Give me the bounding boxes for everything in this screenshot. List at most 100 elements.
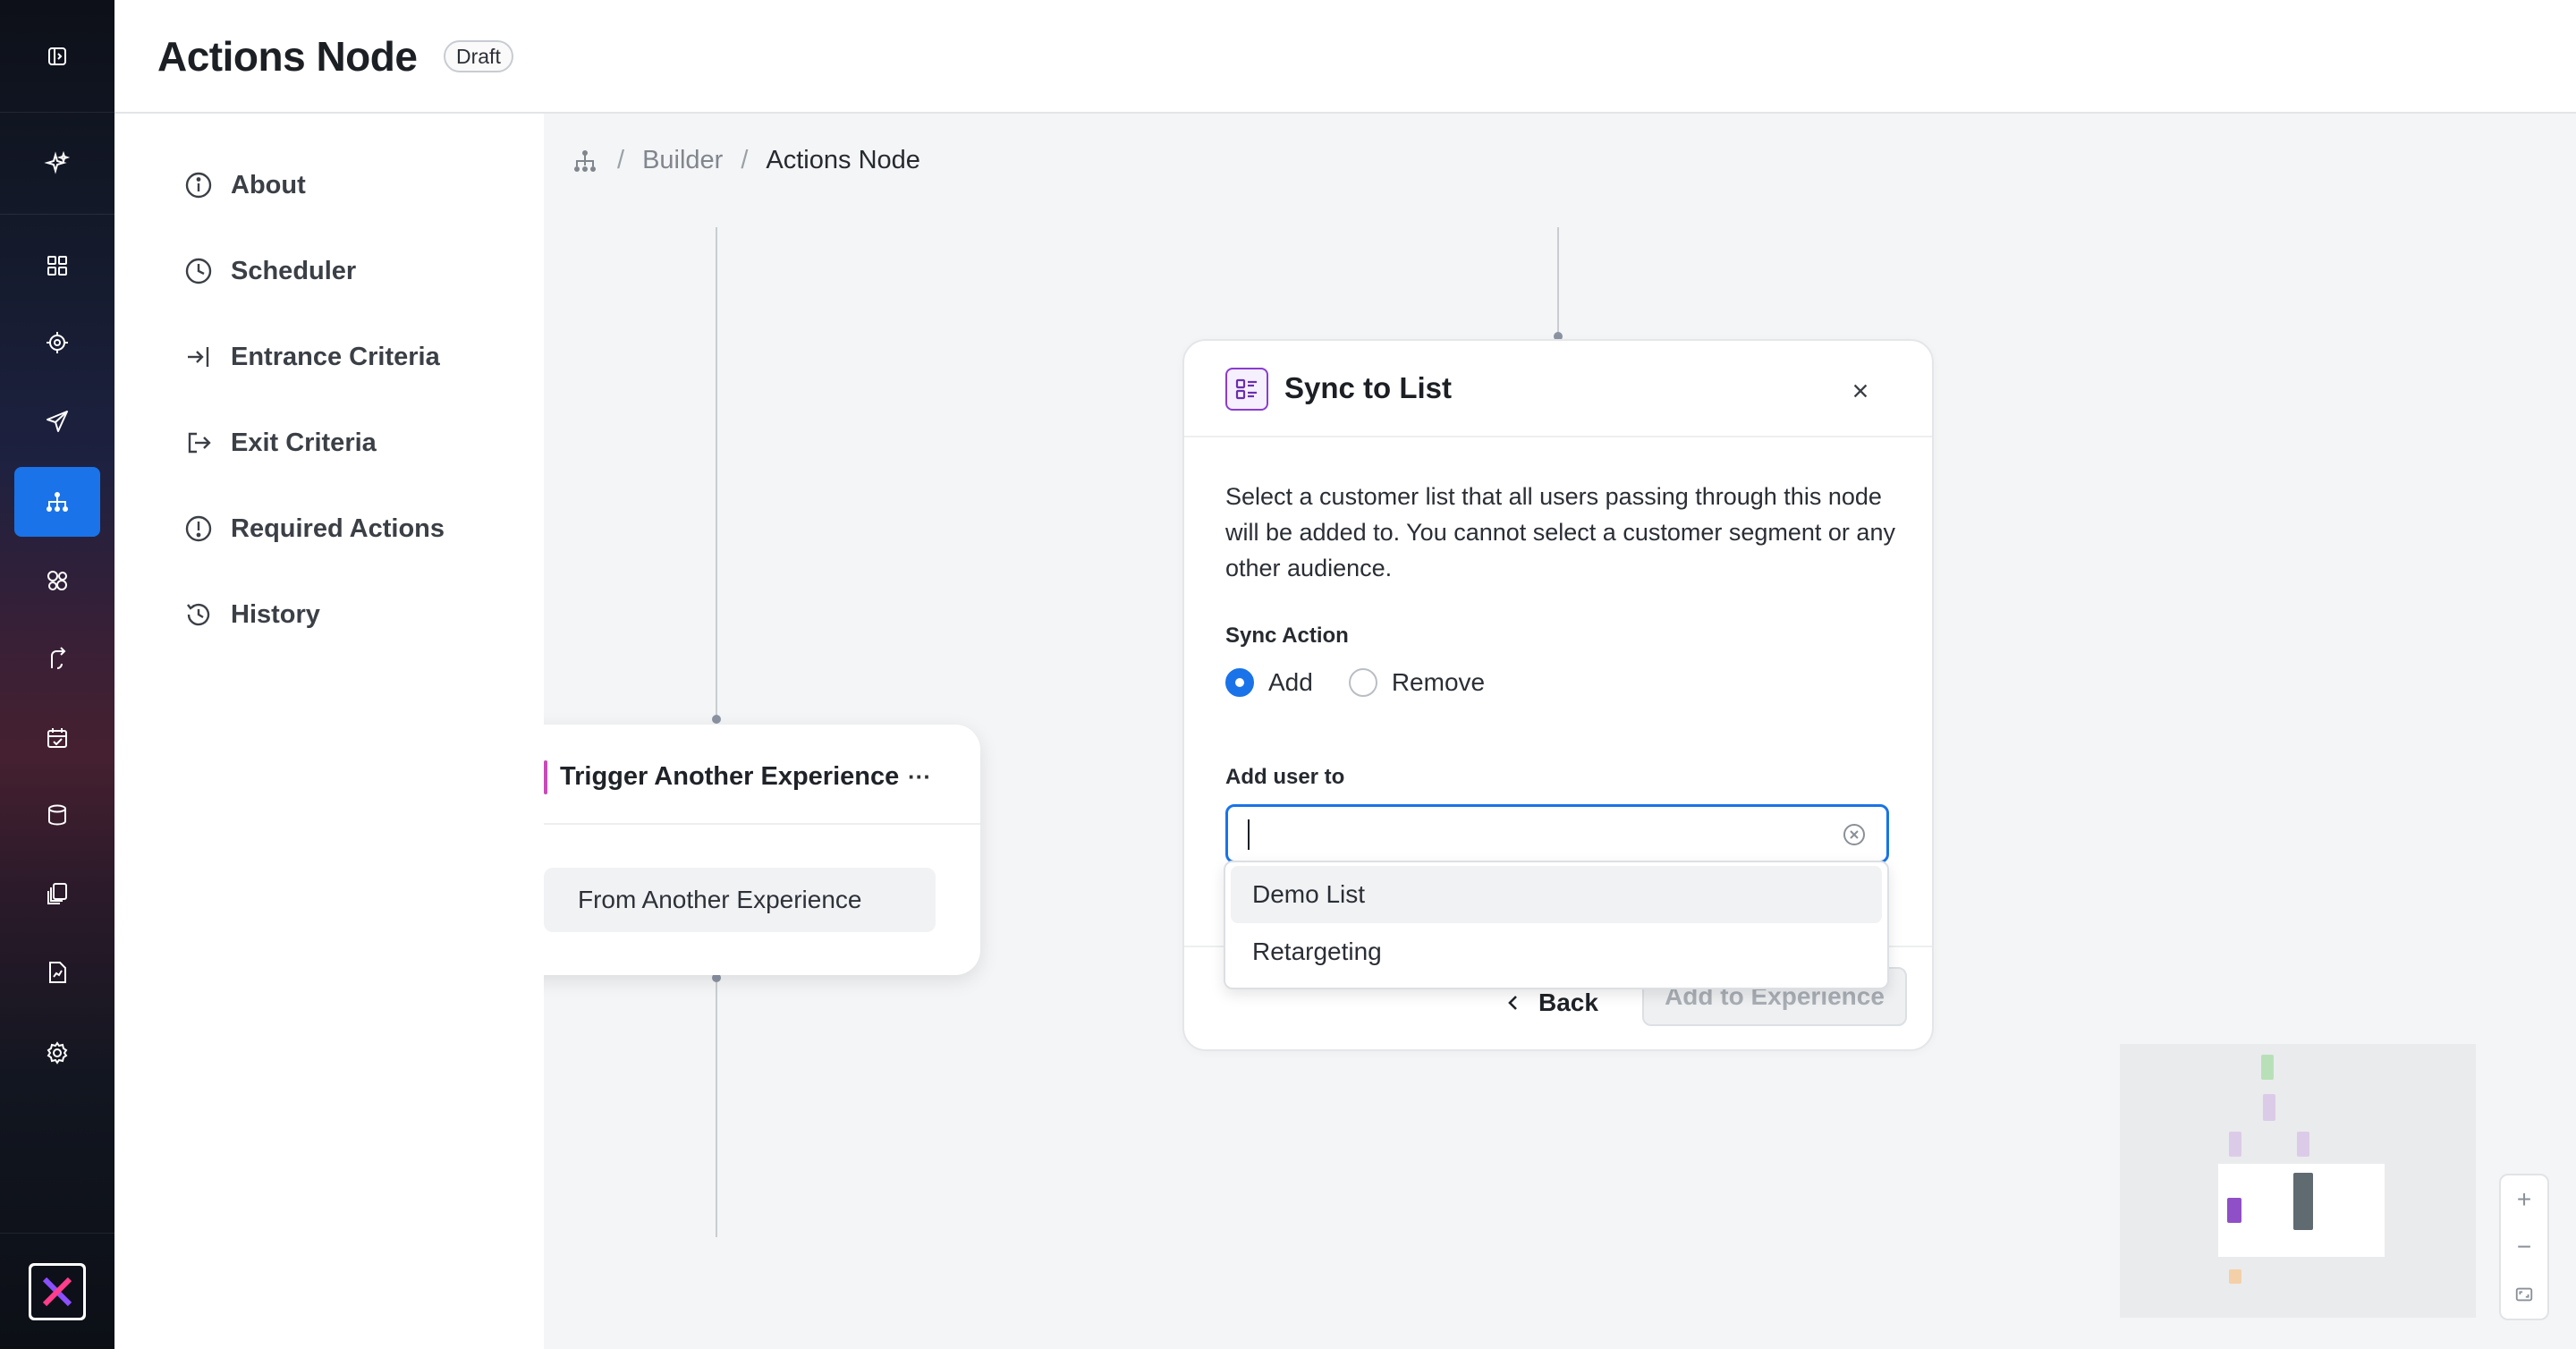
zoom-controls: + − [2499, 1174, 2549, 1320]
zoom-out-button[interactable]: − [2501, 1223, 2547, 1270]
node-settings-nav: About Scheduler Entrance Criteria Exit C… [114, 114, 544, 1349]
divider [544, 823, 980, 825]
list-icon [1225, 368, 1268, 411]
connector-line [716, 227, 717, 722]
database-icon [48, 804, 66, 826]
connector-line [716, 978, 717, 1237]
nav-item-label: History [231, 599, 320, 629]
rail-top-section [0, 0, 114, 113]
flow-canvas[interactable]: / Builder / Actions Node Trigger Another… [544, 114, 2576, 1349]
breadcrumb-builder-link[interactable]: Builder [642, 146, 723, 175]
list-search-input[interactable] [1225, 804, 1889, 863]
sidebar-toggle-button[interactable] [14, 21, 100, 91]
rail-settings[interactable] [14, 1018, 100, 1088]
connector-line [1557, 227, 1559, 336]
breadcrumb-separator: / [617, 146, 625, 174]
node-accent [544, 760, 547, 794]
nav-item-label: Scheduler [231, 256, 357, 285]
sparkle-icon [44, 150, 71, 174]
rail-library[interactable] [14, 859, 100, 929]
sync-action-radio-group: Add Remove [1225, 668, 1521, 697]
text-caret [1248, 819, 1250, 850]
nav-item-required-actions[interactable]: Required Actions [182, 505, 445, 552]
chevron-left-icon [1508, 996, 1517, 1010]
hierarchy-icon [47, 492, 68, 512]
rail-reports[interactable] [14, 938, 100, 1007]
app-rail [0, 0, 114, 1349]
rail-ai-section [0, 113, 114, 215]
trigger-node-title: Trigger Another Experience [560, 762, 900, 791]
alert-icon [185, 515, 212, 542]
minimap-node [2229, 1132, 2241, 1157]
nav-item-scheduler[interactable]: Scheduler [182, 248, 356, 294]
radio-add-label[interactable]: Add [1268, 668, 1313, 697]
enter-icon [188, 347, 209, 367]
trigger-option-label: From Another Experience [578, 886, 862, 913]
rail-journeys[interactable] [14, 467, 100, 537]
page-title: Actions Node [157, 33, 418, 80]
radio-remove-label[interactable]: Remove [1392, 668, 1485, 697]
minimap-node [2263, 1094, 2275, 1121]
rail-targets[interactable] [14, 308, 100, 378]
fit-view-icon [2515, 1287, 2533, 1302]
breadcrumb-separator: / [741, 146, 749, 174]
sidebar-toggle-icon [48, 47, 66, 65]
rail-campaigns[interactable] [14, 386, 100, 456]
clock-icon [185, 258, 212, 284]
list-options-dropdown: Demo List Retargeting [1224, 861, 1889, 989]
library-icon [47, 883, 67, 904]
clear-icon[interactable] [1840, 820, 1868, 849]
minimap-node [2297, 1132, 2309, 1157]
panel-title: Sync to List [1284, 371, 1453, 404]
zoom-in-button[interactable]: + [2501, 1175, 2547, 1223]
radio-add[interactable] [1225, 668, 1254, 697]
exit-icon [188, 432, 211, 454]
add-user-to-label: Add user to [1225, 765, 1345, 789]
report-icon [49, 962, 66, 983]
nav-item-label: Required Actions [231, 513, 445, 543]
radio-remove[interactable] [1348, 668, 1377, 697]
hierarchy-icon[interactable] [571, 147, 599, 175]
target-icon [47, 332, 68, 353]
brand-x-icon [42, 1277, 72, 1307]
fit-view-button[interactable] [2501, 1271, 2547, 1319]
rail-calendar[interactable] [14, 703, 100, 773]
ai-assistant-button[interactable] [14, 129, 100, 199]
trigger-option[interactable]: From Another Experience [544, 868, 936, 932]
info-icon [185, 172, 212, 199]
rail-flows[interactable] [14, 624, 100, 694]
nav-item-label: Entrance Criteria [231, 342, 440, 371]
close-icon [1853, 384, 1868, 398]
nav-item-exit-criteria[interactable]: Exit Criteria [182, 420, 377, 466]
minimap[interactable] [2120, 1044, 2476, 1318]
journey-icon [51, 647, 66, 669]
back-button-label: Back [1538, 988, 1598, 1016]
segments-icon [47, 571, 67, 590]
nav-item-label: About [231, 170, 306, 199]
connector-handle[interactable] [712, 715, 721, 724]
nav-item-history[interactable]: History [182, 591, 320, 638]
dropdown-option[interactable]: Retargeting [1231, 923, 1882, 980]
breadcrumb: / Builder / Actions Node [571, 146, 920, 175]
trigger-node-card[interactable]: Trigger Another Experience ··· From Anot… [544, 725, 980, 975]
nav-item-about[interactable]: About [182, 162, 306, 208]
nav-item-entrance-criteria[interactable]: Entrance Criteria [182, 334, 440, 380]
rail-dashboard[interactable] [14, 231, 100, 301]
rail-segments[interactable] [14, 546, 100, 615]
minimap-node [2227, 1198, 2241, 1223]
history-icon [187, 603, 210, 626]
rail-data[interactable] [14, 780, 100, 850]
settings-icon [47, 1041, 68, 1065]
breadcrumb-current: Actions Node [766, 146, 920, 174]
minimap-node [2229, 1269, 2241, 1284]
send-icon [47, 411, 68, 432]
dropdown-option[interactable]: Demo List [1231, 866, 1882, 923]
status-badge: Draft [444, 40, 513, 72]
logo-mark [31, 1266, 83, 1318]
minimap-node [2293, 1173, 2313, 1230]
close-button[interactable] [1843, 373, 1878, 409]
panel-description: Select a customer list that all users pa… [1225, 483, 1895, 581]
more-options-button[interactable]: ··· [900, 760, 939, 793]
dashboard-icon [47, 256, 67, 276]
app-logo[interactable] [29, 1263, 86, 1320]
